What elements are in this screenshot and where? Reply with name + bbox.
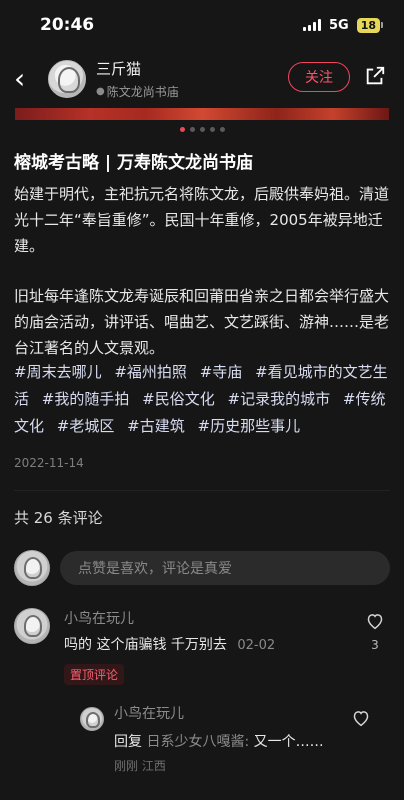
carousel-dots xyxy=(0,120,404,138)
comment-body: 吗的 这个庙骗钱 千万别去 xyxy=(64,637,227,653)
location-label: 陈文龙尚书庙 xyxy=(106,85,179,99)
comment-text[interactable]: 吗的 这个庙骗钱 千万别去 02-02 xyxy=(64,634,390,654)
reply-prefix: 回复 xyxy=(114,734,142,750)
carousel-dot[interactable] xyxy=(179,126,185,132)
like-count: 3 xyxy=(371,638,379,652)
reply-author[interactable]: 小鸟在玩儿 xyxy=(114,703,390,723)
post-body: 始建于明代，主祀抗元名将陈文龙，后殿供奉妈祖。清道光十二年“奉旨重修”。民国十年… xyxy=(14,181,390,361)
author-name: 三斤猫 xyxy=(96,60,142,78)
comment-item: 小鸟在玩儿 吗的 这个庙骗钱 千万别去 02-02 置顶评论 3 小鸟在玩儿 回… xyxy=(0,608,404,774)
network-label: 5G xyxy=(328,17,349,33)
comment-input[interactable]: 点赞是喜欢，评论是真爱 xyxy=(60,551,390,585)
comment-input-row: 点赞是喜欢，评论是真爱 xyxy=(0,550,404,586)
follow-button[interactable]: 关注 xyxy=(288,62,350,92)
tag-link[interactable]: #古建筑 xyxy=(127,417,185,435)
author-info[interactable]: 三斤猫 ● 陈文龙尚书庙 xyxy=(96,58,179,100)
author-avatar[interactable] xyxy=(48,60,86,98)
reply-like-control[interactable] xyxy=(350,709,372,731)
post-header: ‹ 三斤猫 ● 陈文龙尚书庙 关注 xyxy=(0,50,404,108)
post-date: 2022-11-14 xyxy=(14,456,84,470)
battery-icon: 18 xyxy=(356,17,384,33)
comment-author[interactable]: 小鸟在玩儿 xyxy=(64,608,390,628)
tag-link[interactable]: #寺庙 xyxy=(200,363,243,381)
tag-link[interactable]: #记录我的城市 xyxy=(228,390,331,408)
my-avatar xyxy=(14,550,50,586)
heart-icon[interactable] xyxy=(365,612,385,630)
divider xyxy=(14,490,390,491)
image-carousel[interactable] xyxy=(15,108,389,120)
reply-avatar[interactable] xyxy=(80,707,104,731)
reply-item: 小鸟在玩儿 回复 日系少女八嘎酱: 又一个…… 刚刚 江西 xyxy=(14,703,390,774)
tag-link[interactable]: #周末去哪儿 xyxy=(14,363,102,381)
location-pin-icon: ● xyxy=(96,86,105,97)
post-paragraph: 旧址每年逢陈文龙寿诞辰和回莆田省亲之日都会举行盛大的庙会活动，讲评话、唱曲艺、文… xyxy=(14,287,390,357)
carousel-dot[interactable] xyxy=(199,126,205,132)
location-row[interactable]: ● 陈文龙尚书庙 xyxy=(96,83,179,100)
reply-body: 又一个…… xyxy=(253,734,324,750)
heart-icon[interactable] xyxy=(351,709,371,727)
back-icon[interactable]: ‹ xyxy=(14,65,38,93)
status-bar: 20:46 5G 18 xyxy=(0,0,404,50)
like-control[interactable]: 3 xyxy=(364,612,386,652)
reply-meta: 刚刚 江西 xyxy=(114,759,166,773)
tag-link[interactable]: #历史那些事儿 xyxy=(198,417,301,435)
post-title: 榕城考古略 | 万寿陈文龙尚书庙 xyxy=(14,153,254,173)
reply-target[interactable]: 日系少女八嘎酱: xyxy=(146,734,249,750)
commenter-avatar[interactable] xyxy=(14,608,50,644)
tag-link[interactable]: #民俗文化 xyxy=(142,390,215,408)
carousel-dot[interactable] xyxy=(189,126,195,132)
carousel-dot[interactable] xyxy=(219,126,225,132)
status-time: 20:46 xyxy=(40,15,95,35)
share-icon[interactable] xyxy=(364,65,386,87)
post-content: 榕城考古略 | 万寿陈文龙尚书庙 始建于明代，主祀抗元名将陈文龙，后殿供奉妈祖。… xyxy=(0,148,404,491)
tag-list: #周末去哪儿 #福州拍照 #寺庙 #看见城市的文艺生活 #我的随手拍 #民俗文化… xyxy=(14,359,390,440)
pinned-badge: 置顶评论 xyxy=(64,664,125,685)
comment-count: 共 26 条评论 xyxy=(14,509,103,527)
signal-icon xyxy=(302,19,321,31)
comment-date: 02-02 xyxy=(237,638,276,653)
carousel-dot[interactable] xyxy=(209,126,215,132)
reply-text[interactable]: 回复 日系少女八嘎酱: 又一个…… xyxy=(114,731,390,751)
tag-link[interactable]: #老城区 xyxy=(57,417,115,435)
post-paragraph: 始建于明代，主祀抗元名将陈文龙，后殿供奉妈祖。清道光十二年“奉旨重修”。民国十年… xyxy=(14,185,390,255)
tag-link[interactable]: #福州拍照 xyxy=(114,363,187,381)
tag-link[interactable]: #我的随手拍 xyxy=(42,390,130,408)
status-indicators: 5G 18 xyxy=(302,17,384,33)
